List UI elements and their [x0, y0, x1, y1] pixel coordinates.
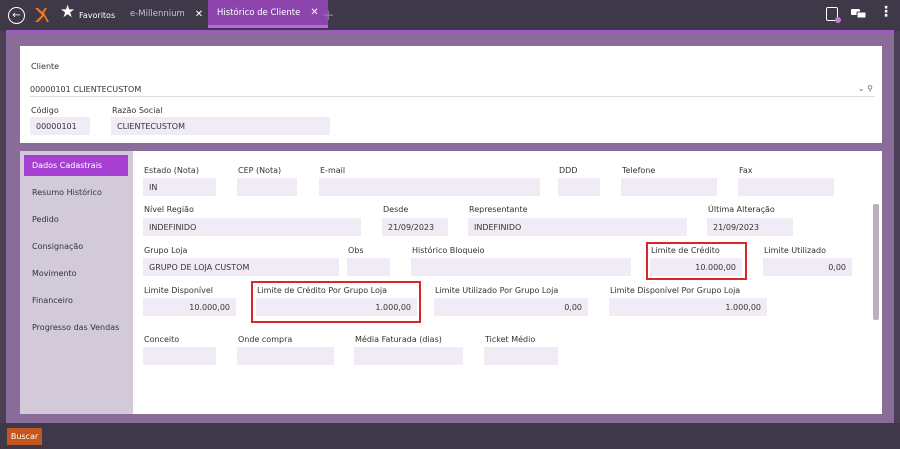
limite-credito-grupo-field[interactable]: 1.000,00	[256, 298, 417, 316]
favorites-label[interactable]: Favoritos	[79, 11, 115, 20]
codigo-field[interactable]: 00000101	[30, 117, 90, 135]
media-faturada-label: Média Faturada (dias)	[355, 335, 442, 344]
desde-label: Desde	[383, 205, 409, 214]
cliente-value: 00000101 CLIENTECUSTOM	[30, 85, 142, 94]
estado-label: Estado (Nota)	[144, 166, 199, 175]
chat-icon[interactable]	[851, 9, 866, 19]
menu-item-consignacao[interactable]: Consignação	[24, 236, 128, 257]
menu-item-progresso-vendas[interactable]: Progresso das Vendas	[24, 317, 128, 338]
conceito-field[interactable]	[143, 347, 216, 365]
desde-field[interactable]: 21/09/2023	[382, 218, 448, 236]
cep-label: CEP (Nota)	[238, 166, 282, 175]
side-menu: Dados Cadastrais Resumo Histórico Pedido…	[20, 151, 133, 414]
media-faturada-field[interactable]	[354, 347, 463, 365]
grupo-loja-field[interactable]: GRUPO DE LOJA CUSTOM	[143, 258, 339, 276]
top-bar: ← ★ Favoritos e-Millennium ✕ Histórico d…	[0, 0, 900, 31]
tab-historico-cliente[interactable]: Histórico de Cliente ✕	[208, 0, 328, 28]
limite-disponivel-label: Limite Disponível	[144, 286, 213, 295]
tab-label: e-Millennium	[130, 9, 185, 19]
telefone-label: Telefone	[622, 166, 656, 175]
menu-item-resumo-historico[interactable]: Resumo Histórico	[24, 182, 128, 203]
add-tab-icon[interactable]: +	[322, 8, 335, 23]
more-options-icon[interactable]: ⋮	[879, 5, 893, 19]
vertical-scrollbar[interactable]	[873, 204, 879, 320]
limite-utilizado-field[interactable]: 0,00	[763, 258, 852, 276]
bottom-bar: Buscar	[0, 423, 900, 449]
ticket-medio-field[interactable]	[484, 347, 558, 365]
representante-label: Representante	[469, 205, 528, 214]
razao-social-field[interactable]: CLIENTECUSTOM	[111, 117, 330, 135]
limite-utilizado-grupo-label: Limite Utilizado Por Grupo Loja	[435, 286, 559, 295]
limite-utilizado-label: Limite Utilizado	[764, 246, 827, 255]
close-icon[interactable]: ✕	[310, 7, 318, 18]
fax-label: Fax	[739, 166, 753, 175]
nivel-regiao-field[interactable]: INDEFINIDO	[143, 218, 361, 236]
representante-field[interactable]: INDEFINIDO	[468, 218, 687, 236]
buscar-button[interactable]: Buscar	[7, 428, 42, 445]
conceito-label: Conceito	[144, 335, 180, 344]
limite-utilizado-grupo-field[interactable]: 0,00	[434, 298, 588, 316]
email-field[interactable]	[319, 178, 540, 196]
client-header-card: Cliente 00000101 CLIENTECUSTOM ⌄ ⚲ Códig…	[20, 46, 882, 143]
nivel-regiao-label: Nível Região	[144, 205, 194, 214]
menu-item-movimento[interactable]: Movimento	[24, 263, 128, 284]
cliente-label: Cliente	[31, 62, 60, 71]
limite-disponivel-grupo-label: Limite Disponível Por Grupo Loja	[610, 286, 741, 295]
menu-item-dados-cadastrais[interactable]: Dados Cadastrais	[24, 155, 128, 176]
onde-compra-label: Onde compra	[238, 335, 293, 344]
historico-bloqueio-label: Histórico Bloqueio	[412, 246, 485, 255]
ticket-medio-label: Ticket Médio	[485, 335, 536, 344]
menu-item-financeiro[interactable]: Financeiro	[24, 290, 128, 311]
ultima-alteracao-label: Última Alteração	[708, 205, 775, 214]
obs-label: Obs	[348, 246, 364, 255]
fax-field[interactable]	[738, 178, 834, 196]
logo-icon	[35, 8, 49, 22]
ddd-field[interactable]	[558, 178, 600, 196]
clipboard-icon[interactable]	[826, 7, 841, 23]
codigo-label: Código	[31, 106, 59, 115]
ddd-label: DDD	[559, 166, 578, 175]
email-label: E-mail	[320, 166, 346, 175]
cep-field[interactable]	[237, 178, 297, 196]
dados-cadastrais-content: Estado (Nota) IN CEP (Nota) E-mail DDD T…	[133, 151, 882, 414]
limite-credito-field[interactable]: 10.000,00	[650, 258, 742, 276]
limite-disponivel-field[interactable]: 10.000,00	[143, 298, 236, 316]
workspace: Cliente 00000101 CLIENTECUSTOM ⌄ ⚲ Códig…	[6, 30, 894, 423]
ultima-alteracao-field[interactable]: 21/09/2023	[707, 218, 793, 236]
menu-item-pedido[interactable]: Pedido	[24, 209, 128, 230]
limite-disponivel-grupo-field[interactable]: 1.000,00	[609, 298, 767, 316]
grupo-loja-label: Grupo Loja	[144, 246, 188, 255]
tab-label: Histórico de Cliente	[217, 7, 301, 18]
obs-field[interactable]	[347, 258, 390, 276]
telefone-field[interactable]	[621, 178, 717, 196]
estado-field[interactable]: IN	[143, 178, 216, 196]
chevron-down-search-icon[interactable]: ⌄ ⚲	[858, 84, 873, 93]
razao-social-label: Razão Social	[112, 106, 163, 115]
cliente-select[interactable]: 00000101 CLIENTECUSTOM ⌄ ⚲	[30, 83, 875, 97]
limite-credito-label: Limite de Crédito	[651, 246, 720, 255]
star-icon[interactable]: ★	[60, 4, 75, 21]
main-card: Dados Cadastrais Resumo Histórico Pedido…	[20, 151, 882, 414]
limite-credito-grupo-label: Limite de Crédito Por Grupo Loja	[257, 286, 388, 295]
close-icon[interactable]: ✕	[195, 9, 203, 20]
back-icon[interactable]: ←	[8, 7, 25, 24]
historico-bloqueio-field[interactable]	[411, 258, 631, 276]
onde-compra-field[interactable]	[237, 347, 334, 365]
tab-e-millennium[interactable]: e-Millennium ✕	[130, 0, 203, 28]
